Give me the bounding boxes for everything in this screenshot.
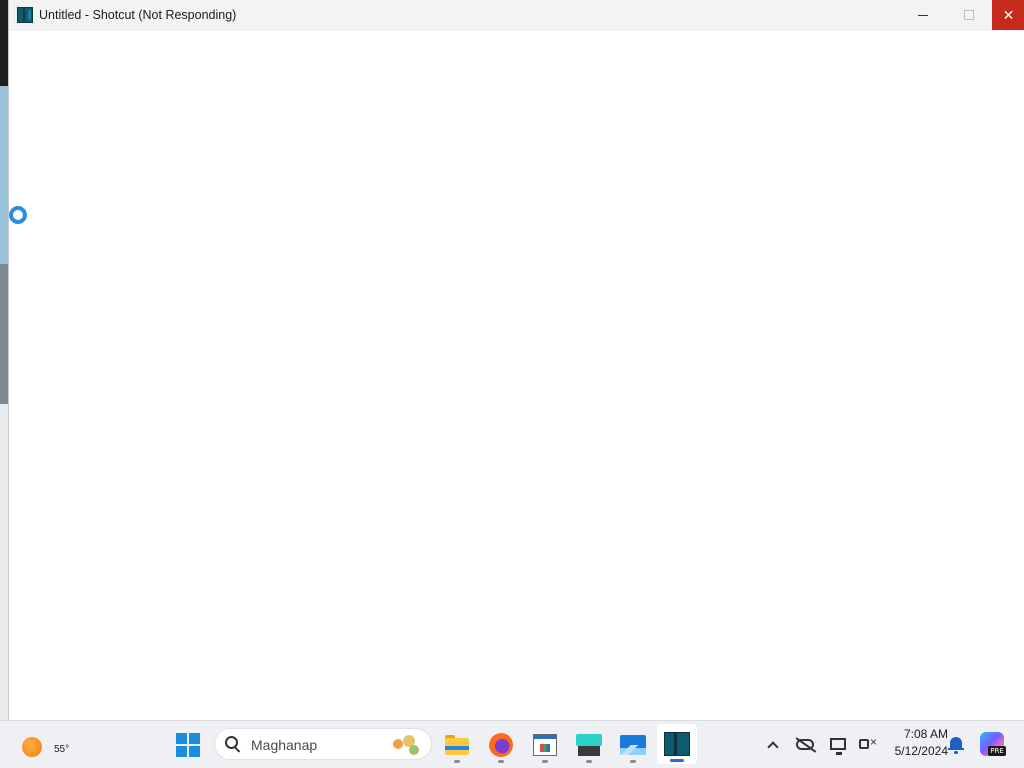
speaker-muted-icon (859, 735, 877, 749)
taskbar-app-file-explorer[interactable] (443, 731, 471, 763)
background-window-sliver (0, 86, 8, 264)
folder-icon (445, 735, 469, 755)
busy-cursor-icon (9, 206, 27, 224)
shotcut-icon (664, 732, 690, 756)
background-window-sliver (0, 264, 8, 404)
shotcut-app-icon[interactable] (17, 7, 33, 23)
app-window-icon (533, 734, 557, 756)
taskbar-clock[interactable]: 7:08 AM 5/12/2024 (876, 726, 948, 762)
search-icon (225, 736, 241, 753)
background-window-sliver (0, 0, 8, 86)
onedrive-tray-button[interactable] (794, 734, 816, 754)
taskbar-app-shotcut[interactable] (663, 730, 691, 762)
taskbar-search-box[interactable]: Maghanap (214, 728, 432, 760)
close-icon: ✕ (1002, 6, 1015, 23)
running-indicator (542, 760, 548, 763)
search-placeholder: Maghanap (251, 737, 318, 753)
sun-icon (22, 737, 42, 757)
taskbar-app-firefox[interactable] (487, 731, 515, 763)
background-window-sliver (0, 404, 8, 720)
desktop-background (0, 0, 8, 720)
window-title: Untitled - Shotcut (Not Responding) (39, 8, 237, 22)
running-indicator (498, 760, 504, 763)
notification-bell-icon[interactable] (948, 736, 964, 754)
start-button[interactable] (174, 731, 202, 759)
clock-time: 7:08 AM (903, 727, 948, 741)
minimize-button[interactable] (900, 0, 946, 30)
network-tray-button[interactable] (828, 734, 848, 755)
running-indicator (586, 760, 592, 763)
shotcut-window: Untitled - Shotcut (Not Responding) ✕ (8, 0, 1024, 720)
active-indicator (670, 759, 684, 762)
window-content-area (9, 31, 1024, 720)
show-hidden-icons-button[interactable] (764, 734, 782, 754)
clock-date: 5/12/2024 (894, 744, 948, 758)
weather-widget[interactable]: 55° (22, 735, 69, 757)
weather-temperature: 55° (54, 744, 70, 755)
close-button[interactable]: ✕ (992, 0, 1024, 30)
running-indicator (454, 760, 460, 763)
running-indicator (630, 760, 636, 763)
cloud-off-icon (796, 738, 814, 750)
minimize-icon (918, 14, 928, 16)
network-icon (830, 738, 846, 755)
title-bar[interactable]: Untitled - Shotcut (Not Responding) ✕ (9, 0, 1024, 31)
keyboard-icon (576, 734, 602, 756)
pre-badge: PRE (988, 746, 1006, 756)
windows-logo-icon (176, 733, 200, 757)
maximize-icon (964, 10, 974, 20)
taskbar-app-keyboard[interactable] (575, 731, 603, 763)
chevron-up-icon (767, 740, 779, 753)
photos-icon (620, 735, 646, 755)
volume-tray-button[interactable] (854, 734, 877, 754)
firefox-icon (489, 733, 513, 757)
maximize-button[interactable] (946, 0, 992, 30)
taskbar-app-window[interactable] (531, 731, 559, 763)
search-highlight-icon (389, 733, 425, 757)
taskbar-app-photos[interactable] (619, 731, 647, 763)
